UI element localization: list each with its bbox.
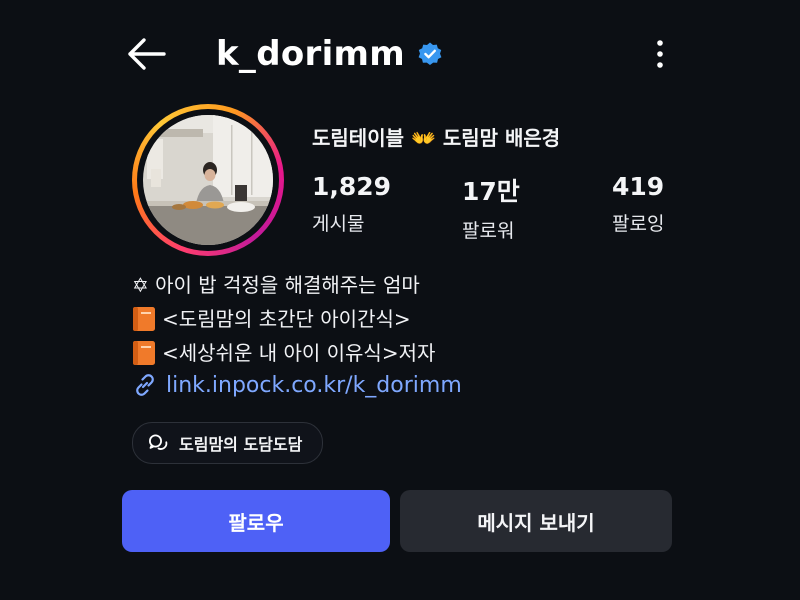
send-message-button[interactable]: 메시지 보내기 [400, 490, 672, 552]
profile-link-text: link.inpock.co.kr/k_dorimm [166, 372, 462, 398]
profile-header: k_dorimm [0, 0, 800, 108]
arrow-left-icon [128, 38, 166, 70]
orange-book-icon [132, 306, 156, 332]
stat-posts[interactable]: 1,829 게시물 [312, 172, 391, 236]
bio-line-text: <세상쉬운 내 아이 이유식>저자 [162, 341, 436, 365]
follow-button[interactable]: 팔로우 [122, 490, 390, 552]
username: k_dorimm [216, 34, 405, 74]
display-name: 도림테이블 👐 도림맘 배은경 [312, 126, 561, 150]
more-options-button[interactable] [648, 36, 672, 72]
bio-line: <도림맘의 초간단 아이간식> [132, 302, 435, 336]
stat-following-count: 419 [612, 172, 665, 201]
bio-line-text: ✡ 아이 밥 걱정을 해결해주는 엄마 [132, 273, 420, 297]
threads-chip-label: 도림맘의 도담도담 [179, 435, 303, 454]
stat-followers[interactable]: 17만 팔로워 [462, 172, 520, 243]
profile-screen: k_dorimm 도림테이블 👐 도림맘 배은경 1,829 게시물 17만 팔… [0, 0, 800, 600]
avatar [143, 115, 273, 245]
profile-link[interactable]: link.inpock.co.kr/k_dorimm [132, 372, 462, 398]
chat-bubbles-icon [149, 434, 168, 450]
bio-line: <세상쉬운 내 아이 이유식>저자 [132, 336, 435, 370]
stat-following-label: 팔로잉 [612, 213, 665, 235]
orange-book-icon [132, 340, 156, 366]
stat-posts-label: 게시물 [312, 213, 365, 235]
stat-posts-count: 1,829 [312, 172, 392, 201]
stat-followers-label: 팔로워 [462, 220, 515, 242]
verified-badge-icon [418, 42, 442, 65]
stat-followers-count: 17만 [462, 177, 520, 206]
bio-line: ✡ 아이 밥 걱정을 해결해주는 엄마 [132, 268, 435, 302]
bio: ✡ 아이 밥 걱정을 해결해주는 엄마 <도림맘의 초간단 아이간식> <세상쉬… [132, 268, 435, 370]
follow-button-label: 팔로우 [228, 510, 284, 535]
avatar-story-ring[interactable] [132, 104, 284, 256]
username-row: k_dorimm [216, 30, 443, 78]
stat-following[interactable]: 419 팔로잉 [612, 172, 664, 236]
threads-chip[interactable]: 도림맘의 도담도담 [132, 422, 324, 464]
send-message-button-label: 메시지 보내기 [477, 510, 595, 535]
link-icon [136, 374, 154, 396]
profile-photo-kitchen [143, 115, 273, 245]
more-vertical-icon [657, 40, 663, 68]
bio-line-text: <도림맘의 초간단 아이간식> [162, 307, 411, 331]
avatar-ring-gap [137, 109, 279, 251]
back-button[interactable] [122, 34, 170, 74]
